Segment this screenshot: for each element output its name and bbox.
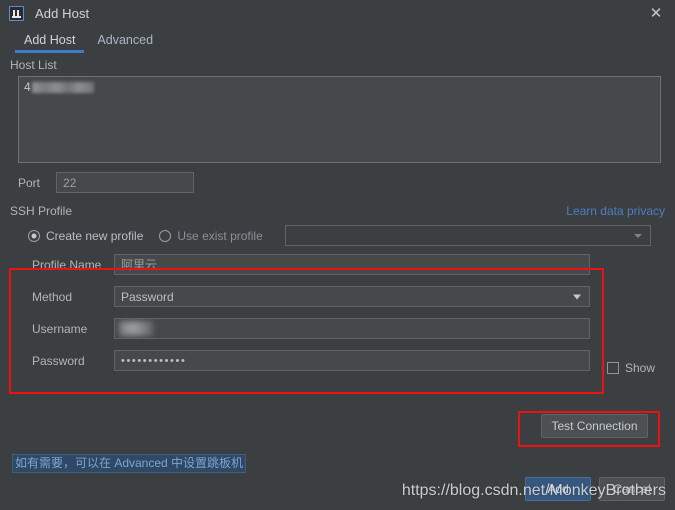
chevron-down-icon bbox=[573, 294, 581, 299]
intellij-idea-icon bbox=[9, 5, 24, 21]
cancel-button[interactable]: Cancel bbox=[599, 477, 665, 501]
dialog-footer-buttons: Add Cancel bbox=[525, 477, 665, 501]
ssh-profile-label: SSH Profile bbox=[10, 204, 73, 218]
host-list-entry-redacted bbox=[31, 81, 94, 93]
ssh-profile-header: SSH Profile Learn data privacy bbox=[10, 204, 665, 218]
close-icon[interactable]: ✕ bbox=[646, 3, 666, 23]
dialog-content: Host List 4 Port 22 SSH Profile Learn da… bbox=[0, 58, 675, 473]
advanced-hint-text: 如有需要，可以在 Advanced 中设置跳板机 bbox=[12, 454, 247, 473]
profile-name-label: Profile Name bbox=[32, 257, 102, 272]
password-label: Password bbox=[32, 353, 85, 368]
add-button[interactable]: Add bbox=[525, 477, 591, 501]
hint-row: 如有需要，可以在 Advanced 中设置跳板机 bbox=[10, 454, 665, 473]
radio-create-new-profile[interactable] bbox=[28, 229, 40, 242]
password-masked-value: •••••••••••• bbox=[121, 354, 187, 367]
title-bar: Add Host ✕ bbox=[0, 0, 675, 26]
username-label: Username bbox=[32, 321, 88, 336]
host-list-entry-number: 4 bbox=[24, 80, 31, 94]
password-input[interactable]: •••••••••••• bbox=[114, 350, 590, 371]
profile-name-row: Profile Name 阿里云 bbox=[10, 254, 665, 275]
profile-name-input[interactable]: 阿里云 bbox=[114, 254, 590, 275]
existing-profile-dropdown[interactable] bbox=[284, 225, 651, 246]
tab-advanced[interactable]: Advanced bbox=[86, 33, 164, 53]
username-input[interactable] bbox=[114, 318, 590, 339]
method-dropdown[interactable]: Password bbox=[114, 286, 590, 307]
host-list-textarea[interactable]: 4 bbox=[18, 76, 661, 163]
radio-create-new-profile-label[interactable]: Create new profile bbox=[46, 229, 143, 243]
port-input[interactable]: 22 bbox=[56, 172, 195, 193]
username-row: Username bbox=[10, 318, 665, 339]
method-dropdown-value: Password bbox=[121, 289, 174, 304]
port-label: Port bbox=[18, 175, 41, 190]
port-row: Port 22 bbox=[10, 172, 665, 193]
tab-bar: Add Host Advanced bbox=[0, 26, 675, 53]
credentials-form: Profile Name 阿里云 Method Password Usernam… bbox=[10, 248, 665, 388]
radio-use-exist-profile-label[interactable]: Use exist profile bbox=[177, 229, 262, 243]
learn-data-privacy-link[interactable]: Learn data privacy bbox=[566, 204, 665, 218]
profile-mode-row: Create new profile Use exist profile bbox=[10, 225, 665, 246]
test-connection-button[interactable]: Test Connection bbox=[541, 414, 648, 438]
username-value-redacted bbox=[119, 321, 153, 336]
show-password-toggle[interactable]: Show bbox=[606, 361, 655, 375]
radio-use-exist-profile[interactable] bbox=[159, 229, 172, 242]
method-label: Method bbox=[32, 289, 73, 304]
tab-add-host[interactable]: Add Host bbox=[13, 33, 86, 53]
password-row: Password •••••••••••• bbox=[10, 350, 665, 371]
show-password-checkbox[interactable] bbox=[606, 362, 619, 374]
host-list-label: Host List bbox=[10, 58, 57, 72]
test-connection-row: Test Connection bbox=[10, 414, 665, 438]
chevron-down-icon bbox=[634, 233, 642, 238]
host-list-entry: 4 bbox=[24, 80, 655, 94]
window-title: Add Host bbox=[35, 5, 90, 21]
method-row: Method Password bbox=[10, 286, 665, 307]
show-password-label: Show bbox=[624, 361, 655, 375]
